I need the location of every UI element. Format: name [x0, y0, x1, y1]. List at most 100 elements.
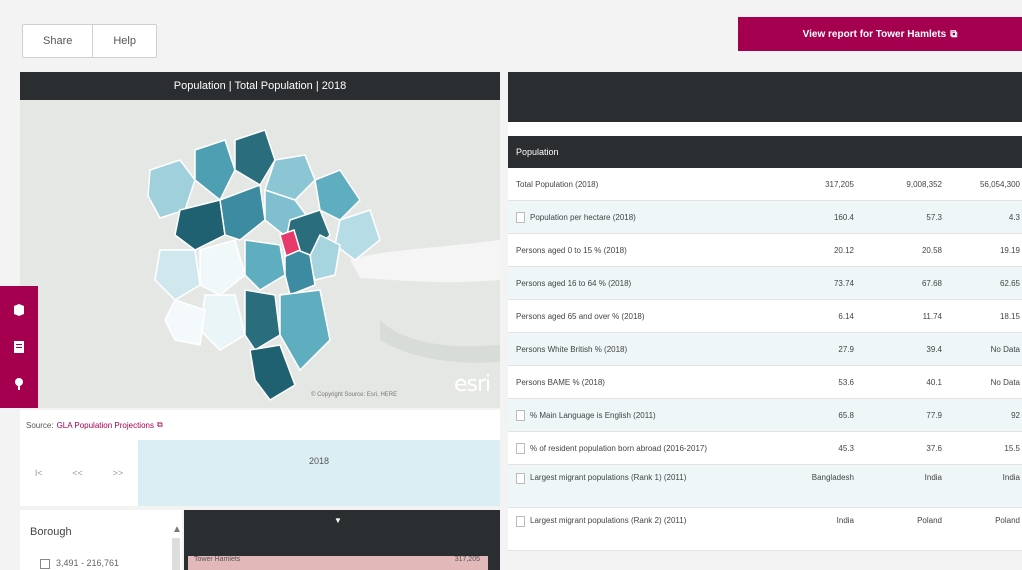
borough-range-label: 3,491 - 216,761 [56, 558, 120, 568]
row-label-text: % of resident population born abroad (20… [530, 443, 708, 453]
first-frame-button[interactable]: I< [35, 468, 43, 478]
cell-value: 92 [1011, 410, 1020, 420]
previous-frame-button[interactable]: << [72, 468, 83, 478]
external-link-icon: ⧉ [156, 420, 163, 429]
share-help-group: Share Help [22, 24, 157, 58]
source-line: Source: GLA Population Projections ⧉ [20, 410, 500, 440]
table-row[interactable]: Persons aged 16 to 64 % (2018) 73.74 67.68… [508, 267, 1022, 300]
row-label: Persons aged 16 to 64 % (2018) [516, 267, 631, 299]
table-spacer [508, 122, 1022, 136]
cell-value: 18.15 [999, 311, 1020, 321]
table-row[interactable]: Persons aged 0 to 15 % (2018) 20.12 20.58 1… [508, 234, 1022, 267]
row-label-text: Persons aged 0 to 15 % (2018) [516, 245, 627, 255]
list-item[interactable]: Tower Hamlets 317,205 [188, 556, 488, 570]
table-row[interactable]: Total Population (2018) 317,205 9,008,352 5… [508, 168, 1022, 201]
map-canvas [20, 100, 500, 408]
cell-value: 27.9 [838, 344, 854, 354]
row-label: Persons BAME % (2018) [516, 366, 605, 398]
row-label: Total Population (2018) [516, 168, 598, 200]
info-icon[interactable] [516, 516, 525, 527]
borough-range-option[interactable]: 3,491 - 216,761 [40, 558, 119, 569]
source-link[interactable]: GLA Population Projections [57, 421, 154, 430]
row-label: % Main Language is English (2011) [516, 399, 656, 431]
section-header: Population [508, 136, 1022, 168]
row-label: Persons aged 65 and over % (2018) [516, 300, 645, 332]
year-label: 2018 [308, 456, 330, 466]
row-label: Population per hectare (2018) [516, 201, 636, 233]
info-icon[interactable] [516, 409, 525, 421]
cell-value: 65.8 [838, 410, 854, 420]
timeline-controls: I< << >> [20, 440, 138, 506]
cell-value: 56,054,300 [979, 179, 1020, 189]
row-label-text: Population per hectare (2018) [530, 212, 636, 222]
document-icon[interactable] [9, 337, 29, 357]
table-row[interactable]: Persons aged 65 and over % (2018) 6.14 11.… [508, 300, 1022, 333]
table-header [508, 72, 1022, 122]
cell-value: No Data [990, 377, 1020, 387]
table-row[interactable]: Largest migrant populations (Rank 1) (20… [508, 465, 1022, 508]
info-icon[interactable] [516, 473, 525, 484]
cell-value: 37.6 [926, 443, 942, 453]
scrollbar[interactable] [172, 538, 180, 570]
cell-value: 6.14 [838, 311, 854, 321]
source-prefix: Source: [26, 420, 54, 430]
row-label: % of resident population born abroad (20… [516, 432, 707, 464]
share-button[interactable]: Share [23, 25, 94, 57]
row-label-text: Persons BAME % (2018) [516, 377, 605, 387]
cell-value: 20.12 [833, 245, 854, 255]
borough-list: ▼ Tower Hamlets 317,205 [184, 510, 500, 570]
pin-icon[interactable] [9, 374, 29, 394]
cell-value: 77.9 [926, 410, 942, 420]
row-label: Persons White British % (2018) [516, 333, 627, 365]
cell-value: Poland [917, 516, 942, 525]
row-label-text: Persons aged 16 to 64 % (2018) [516, 278, 632, 288]
chevron-up-icon[interactable]: ▲ [172, 524, 182, 535]
cell-value: 62.65 [999, 278, 1020, 288]
checkbox[interactable] [40, 558, 50, 569]
table-row[interactable]: Largest migrant populations (Rank 2) (20… [508, 508, 1022, 551]
info-icon[interactable] [516, 211, 525, 223]
row-label-text: Persons aged 65 and over % (2018) [516, 311, 645, 321]
borough-label: Borough [30, 526, 72, 538]
choropleth-map[interactable] [20, 100, 500, 408]
map-panel: Population | Total Population | 2018 [20, 72, 500, 408]
cell-value: 19.19 [999, 245, 1020, 255]
layers-icon[interactable] [9, 300, 29, 320]
table-row[interactable]: % of resident population born abroad (20… [508, 432, 1022, 465]
cell-value: 15.5 [1004, 443, 1020, 453]
cell-value: 57.3 [926, 212, 942, 222]
row-label-text: Largest migrant populations (Rank 2) (20… [530, 516, 687, 525]
map-attribution: © Copyright Source: Esri, HERE [311, 392, 398, 398]
row-label: Largest migrant populations (Rank 2) (20… [516, 508, 686, 558]
cell-value: 73.74 [833, 278, 854, 288]
cell-value: No Data [990, 344, 1020, 354]
borough-filter: Borough ▲ 3,491 - 216,761 [20, 510, 182, 570]
table-row[interactable]: Persons White British % (2018) 27.9 39.4 No… [508, 333, 1022, 366]
table-row[interactable]: Population per hectare (2018) 160.4 57.3 4.… [508, 201, 1022, 234]
help-button[interactable]: Help [93, 25, 156, 57]
esri-logo: esri [454, 372, 491, 397]
top-bar: Share Help View report for Tower Hamlets… [0, 0, 1022, 68]
view-report-button[interactable]: View report for Tower Hamlets ⧉ [738, 17, 1022, 51]
info-icon[interactable] [516, 442, 525, 454]
row-label: Persons aged 0 to 15 % (2018) [516, 234, 627, 266]
table-row[interactable]: % Main Language is English (2011) 65.8 77.… [508, 399, 1022, 432]
cell-value: 20.58 [921, 245, 942, 255]
timeline: I< << >> 2018 [20, 440, 500, 506]
cell-value: 160.4 [833, 212, 854, 222]
external-link-icon: ⧉ [950, 28, 958, 40]
view-report-label: View report for Tower Hamlets [802, 28, 947, 40]
map-tools [0, 286, 38, 408]
cell-value: 45.3 [838, 443, 854, 453]
row-label-text: Largest migrant populations (Rank 1) (20… [530, 473, 687, 482]
next-frame-button[interactable]: >> [113, 468, 124, 478]
cell-value: 39.4 [926, 344, 942, 354]
chevron-down-icon[interactable]: ▼ [334, 516, 342, 525]
row-label-text: Total Population (2018) [516, 179, 599, 189]
list-item-value: 317,205 [454, 556, 480, 563]
year-slider[interactable]: 2018 [138, 440, 500, 506]
cell-value: India [836, 516, 854, 525]
cell-value: 53.6 [838, 377, 854, 387]
table-row[interactable]: Persons BAME % (2018) 53.6 40.1 No Data [508, 366, 1022, 399]
map-title: Population | Total Population | 2018 [20, 72, 500, 100]
